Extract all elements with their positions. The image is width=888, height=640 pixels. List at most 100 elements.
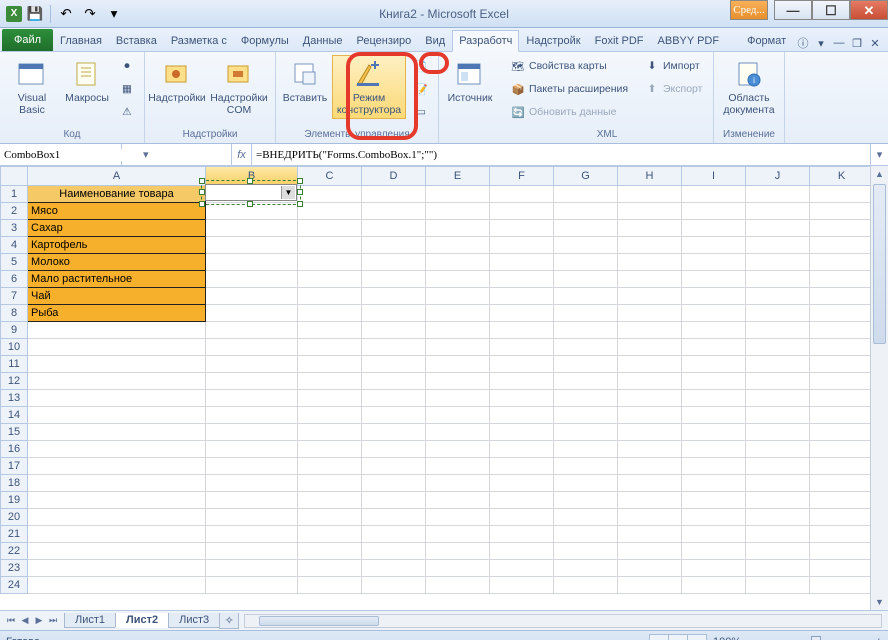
addins-button[interactable]: Надстройки: [149, 55, 205, 107]
cell-H22[interactable]: [618, 543, 682, 560]
row-header-6[interactable]: 6: [0, 271, 28, 288]
cell-C13[interactable]: [298, 390, 362, 407]
cell-E9[interactable]: [426, 322, 490, 339]
cell-F18[interactable]: [490, 475, 554, 492]
cell-F12[interactable]: [490, 373, 554, 390]
cell-K8[interactable]: [810, 305, 874, 322]
cell-I14[interactable]: [682, 407, 746, 424]
cell-A10[interactable]: [28, 339, 206, 356]
cell-A13[interactable]: [28, 390, 206, 407]
page-layout-view-button[interactable]: [668, 634, 688, 640]
cell-E11[interactable]: [426, 356, 490, 373]
cell-G20[interactable]: [554, 509, 618, 526]
sheet-tab-2[interactable]: Лист2: [115, 613, 169, 628]
cell-K16[interactable]: [810, 441, 874, 458]
cell-A7[interactable]: Чай: [28, 288, 206, 305]
cell-F19[interactable]: [490, 492, 554, 509]
cell-H11[interactable]: [618, 356, 682, 373]
cell-G15[interactable]: [554, 424, 618, 441]
cell-E6[interactable]: [426, 271, 490, 288]
view-code-button[interactable]: 📝: [408, 78, 434, 100]
cell-J8[interactable]: [746, 305, 810, 322]
cell-C6[interactable]: [298, 271, 362, 288]
cell-C20[interactable]: [298, 509, 362, 526]
cell-F21[interactable]: [490, 526, 554, 543]
cell-D24[interactable]: [362, 577, 426, 594]
cell-E3[interactable]: [426, 220, 490, 237]
cell-B15[interactable]: [206, 424, 298, 441]
cell-E24[interactable]: [426, 577, 490, 594]
cell-J23[interactable]: [746, 560, 810, 577]
cell-H5[interactable]: [618, 254, 682, 271]
cell-C14[interactable]: [298, 407, 362, 424]
tab-format[interactable]: Формат: [740, 29, 793, 51]
cell-D17[interactable]: [362, 458, 426, 475]
cell-F10[interactable]: [490, 339, 554, 356]
cell-H7[interactable]: [618, 288, 682, 305]
workbook-minimize-button[interactable]: —: [832, 37, 846, 49]
cell-B8[interactable]: [206, 305, 298, 322]
col-header-H[interactable]: H: [618, 166, 682, 186]
formula-input[interactable]: [252, 149, 870, 161]
col-header-G[interactable]: G: [554, 166, 618, 186]
tab-data[interactable]: Данные: [296, 29, 350, 51]
cell-E21[interactable]: [426, 526, 490, 543]
cell-B16[interactable]: [206, 441, 298, 458]
cell-H6[interactable]: [618, 271, 682, 288]
cell-G10[interactable]: [554, 339, 618, 356]
cell-G7[interactable]: [554, 288, 618, 305]
row-header-15[interactable]: 15: [0, 424, 28, 441]
ribbon-minimize-button[interactable]: ▾: [814, 37, 828, 50]
sheet-nav-prev[interactable]: ◀: [18, 615, 32, 626]
cell-F23[interactable]: [490, 560, 554, 577]
undo-button[interactable]: ↶: [55, 3, 77, 25]
cell-F6[interactable]: [490, 271, 554, 288]
cell-G3[interactable]: [554, 220, 618, 237]
cell-I9[interactable]: [682, 322, 746, 339]
cell-J3[interactable]: [746, 220, 810, 237]
tab-insert[interactable]: Вставка: [109, 29, 164, 51]
cell-C21[interactable]: [298, 526, 362, 543]
cell-E13[interactable]: [426, 390, 490, 407]
row-header-16[interactable]: 16: [0, 441, 28, 458]
cell-H9[interactable]: [618, 322, 682, 339]
cell-B23[interactable]: [206, 560, 298, 577]
sheet-nav-first[interactable]: ⏮: [4, 615, 18, 626]
cell-F1[interactable]: [490, 186, 554, 203]
cell-I12[interactable]: [682, 373, 746, 390]
cell-E7[interactable]: [426, 288, 490, 305]
cell-D3[interactable]: [362, 220, 426, 237]
cell-E8[interactable]: [426, 305, 490, 322]
cell-J24[interactable]: [746, 577, 810, 594]
macros-button[interactable]: Макросы: [62, 55, 112, 107]
cell-B14[interactable]: [206, 407, 298, 424]
cell-E14[interactable]: [426, 407, 490, 424]
normal-view-button[interactable]: [649, 634, 669, 640]
row-header-21[interactable]: 21: [0, 526, 28, 543]
cell-A9[interactable]: [28, 322, 206, 339]
cell-K23[interactable]: [810, 560, 874, 577]
cell-G6[interactable]: [554, 271, 618, 288]
cell-J4[interactable]: [746, 237, 810, 254]
vertical-scrollbar[interactable]: ▲ ▼: [870, 166, 888, 610]
cell-D22[interactable]: [362, 543, 426, 560]
cell-F24[interactable]: [490, 577, 554, 594]
cell-D8[interactable]: [362, 305, 426, 322]
cell-G21[interactable]: [554, 526, 618, 543]
run-dialog-button[interactable]: ▭: [408, 101, 434, 123]
design-mode-button[interactable]: Режим конструктора: [332, 55, 406, 119]
cell-F4[interactable]: [490, 237, 554, 254]
cell-C9[interactable]: [298, 322, 362, 339]
cell-E20[interactable]: [426, 509, 490, 526]
cell-I7[interactable]: [682, 288, 746, 305]
cell-D9[interactable]: [362, 322, 426, 339]
cell-B6[interactable]: [206, 271, 298, 288]
cell-C24[interactable]: [298, 577, 362, 594]
row-header-14[interactable]: 14: [0, 407, 28, 424]
expansion-packs-button[interactable]: 📦Пакеты расширения: [505, 78, 637, 100]
cell-D15[interactable]: [362, 424, 426, 441]
page-break-view-button[interactable]: [687, 634, 707, 640]
cell-K18[interactable]: [810, 475, 874, 492]
cell-G11[interactable]: [554, 356, 618, 373]
sheet-nav-last[interactable]: ⏭: [46, 615, 60, 626]
